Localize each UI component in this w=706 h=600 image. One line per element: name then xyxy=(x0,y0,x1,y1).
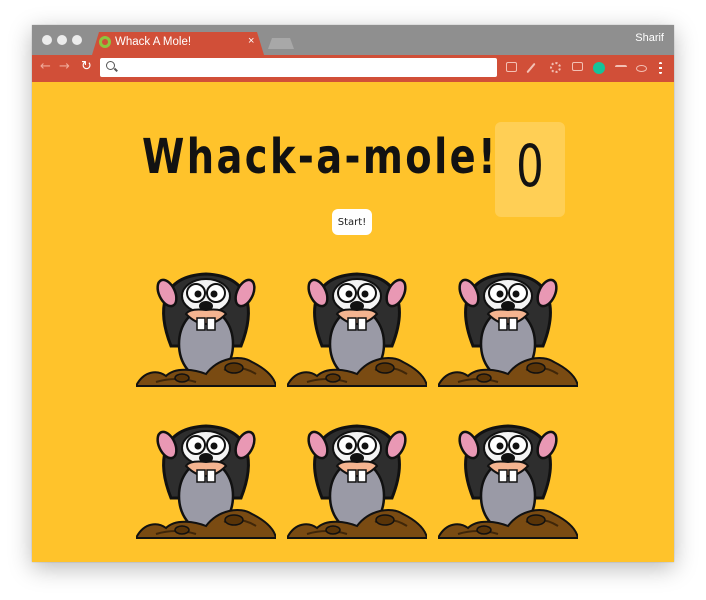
m-icon[interactable] xyxy=(615,65,627,71)
browser-window: Whack A Mole! × Sharif ← → ↻ Whack-a-mol… xyxy=(32,25,674,562)
mole-hole[interactable] xyxy=(134,258,278,388)
titlebar: Whack A Mole! × Sharif xyxy=(32,25,674,55)
address-bar[interactable] xyxy=(100,58,497,77)
minimize-window-icon[interactable] xyxy=(57,35,67,45)
start-button[interactable]: Start! xyxy=(332,209,372,235)
zoom-window-icon[interactable] xyxy=(72,35,82,45)
mole-hole[interactable] xyxy=(285,410,429,540)
mole-icon[interactable] xyxy=(285,410,429,540)
window-icon[interactable] xyxy=(572,62,583,71)
favicon-icon xyxy=(99,36,111,48)
mole-icon[interactable] xyxy=(134,410,278,540)
browser-tab[interactable]: Whack A Mole! × xyxy=(92,32,264,55)
mole-icon[interactable] xyxy=(285,258,429,388)
react-icon[interactable] xyxy=(636,65,647,72)
mole-icon[interactable] xyxy=(134,258,278,388)
reload-button[interactable]: ↻ xyxy=(81,59,92,74)
close-window-icon[interactable] xyxy=(42,35,52,45)
new-tab-button[interactable] xyxy=(268,38,294,49)
browser-toolbar: ← → ↻ xyxy=(32,55,674,82)
page-title: Whack-a-mole! xyxy=(142,129,499,185)
score-value: 0 xyxy=(516,132,544,200)
profile-name[interactable]: Sharif xyxy=(635,32,664,44)
mole-hole[interactable] xyxy=(134,410,278,540)
gear-icon[interactable] xyxy=(550,62,561,73)
tab-close-icon[interactable]: × xyxy=(248,35,254,47)
mole-hole[interactable] xyxy=(436,410,580,540)
mole-hole[interactable] xyxy=(436,258,580,388)
mole-icon[interactable] xyxy=(436,410,580,540)
score-box: 0 xyxy=(495,122,565,217)
mole-hole[interactable] xyxy=(285,258,429,388)
cast-icon[interactable] xyxy=(506,62,517,72)
back-button[interactable]: ← xyxy=(40,59,51,74)
mole-icon[interactable] xyxy=(436,258,580,388)
menu-icon[interactable] xyxy=(659,62,662,74)
search-icon xyxy=(106,61,115,70)
grammarly-icon[interactable] xyxy=(593,62,605,74)
eyedropper-icon[interactable] xyxy=(526,62,536,74)
forward-button[interactable]: → xyxy=(59,59,70,74)
tab-title: Whack A Mole! xyxy=(115,36,192,48)
